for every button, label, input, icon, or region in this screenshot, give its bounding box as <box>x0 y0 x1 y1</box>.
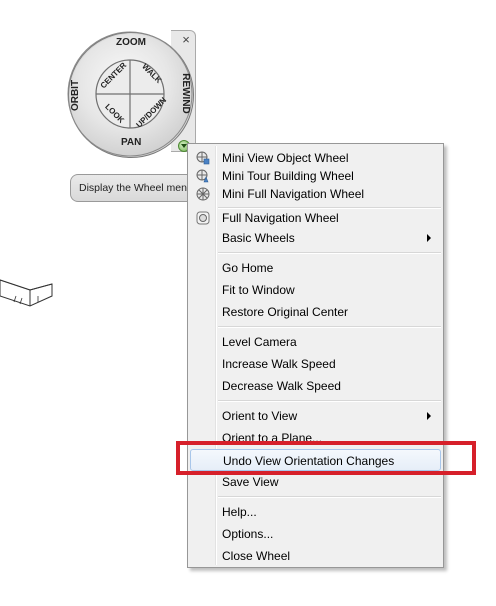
menu-item-label: Restore Original Center <box>222 305 349 319</box>
menu-separator <box>218 326 441 328</box>
wheel-zoom[interactable]: ZOOM <box>116 37 146 48</box>
menu-item-label: Mini Full Navigation Wheel <box>222 187 365 201</box>
menu-item-label: Level Camera <box>222 335 297 349</box>
full-navigation-wheel-icon <box>196 211 210 225</box>
model-fragment <box>0 279 53 307</box>
menu-item-increase-walk-speed[interactable]: Increase Walk Speed <box>190 353 441 375</box>
mini-full-navigation-wheel-icon <box>196 187 210 201</box>
menu-item-label: Fit to Window <box>222 283 295 297</box>
menu-item-restore-original-center[interactable]: Restore Original Center <box>190 301 441 323</box>
menu-item-label: Increase Walk Speed <box>222 357 336 371</box>
menu-separator <box>218 496 441 498</box>
menu-item-help[interactable]: Help... <box>190 501 441 523</box>
menu-item-options[interactable]: Options... <box>190 523 441 545</box>
menu-item-fit-to-window[interactable]: Fit to Window <box>190 279 441 301</box>
wheel-orbit[interactable]: ORBIT <box>70 80 81 111</box>
menu-item-full-navigation-wheel[interactable]: Full Navigation Wheel <box>190 207 441 229</box>
highlight-annotation-box <box>176 441 476 475</box>
menu-item-label: Go Home <box>222 261 274 275</box>
menu-item-go-home[interactable]: Go Home <box>190 257 441 279</box>
menu-separator <box>218 400 441 402</box>
submenu-arrow-icon <box>427 412 431 420</box>
menu-item-label: Close Wheel <box>222 549 291 563</box>
menu-item-decrease-walk-speed[interactable]: Decrease Walk Speed <box>190 375 441 397</box>
wheel-close-icon[interactable]: × <box>180 33 192 46</box>
menu-item-basic-wheels[interactable]: Basic Wheels <box>190 227 441 249</box>
wheel-rewind[interactable]: REWIND <box>180 73 191 114</box>
menu-item-label: Basic Wheels <box>222 231 295 245</box>
menu-item-level-camera[interactable]: Level Camera <box>190 331 441 353</box>
menu-item-mini-full-navigation-wheel[interactable]: Mini Full Navigation Wheel <box>190 183 441 205</box>
menu-item-label: Full Navigation Wheel <box>222 211 339 225</box>
tooltip-text: Display the Wheel menu <box>79 182 193 194</box>
menu-item-orient-to-view[interactable]: Orient to View <box>190 405 441 427</box>
menu-item-label: Options... <box>222 527 274 541</box>
menu-item-label: Help... <box>222 505 257 519</box>
mini-view-object-wheel-icon <box>196 151 210 165</box>
submenu-arrow-icon <box>427 234 431 242</box>
menu-separator <box>218 252 441 254</box>
wheel-pan[interactable]: PAN <box>121 137 141 148</box>
menu-item-close-wheel[interactable]: Close Wheel <box>190 545 441 567</box>
wheel-context-menu: Mini View Object Wheel Mini Tour Buildin… <box>187 143 444 568</box>
menu-item-label: Orient to View <box>222 409 298 423</box>
menu-item-label: Decrease Walk Speed <box>222 379 341 393</box>
mini-tour-building-wheel-icon <box>196 169 209 183</box>
